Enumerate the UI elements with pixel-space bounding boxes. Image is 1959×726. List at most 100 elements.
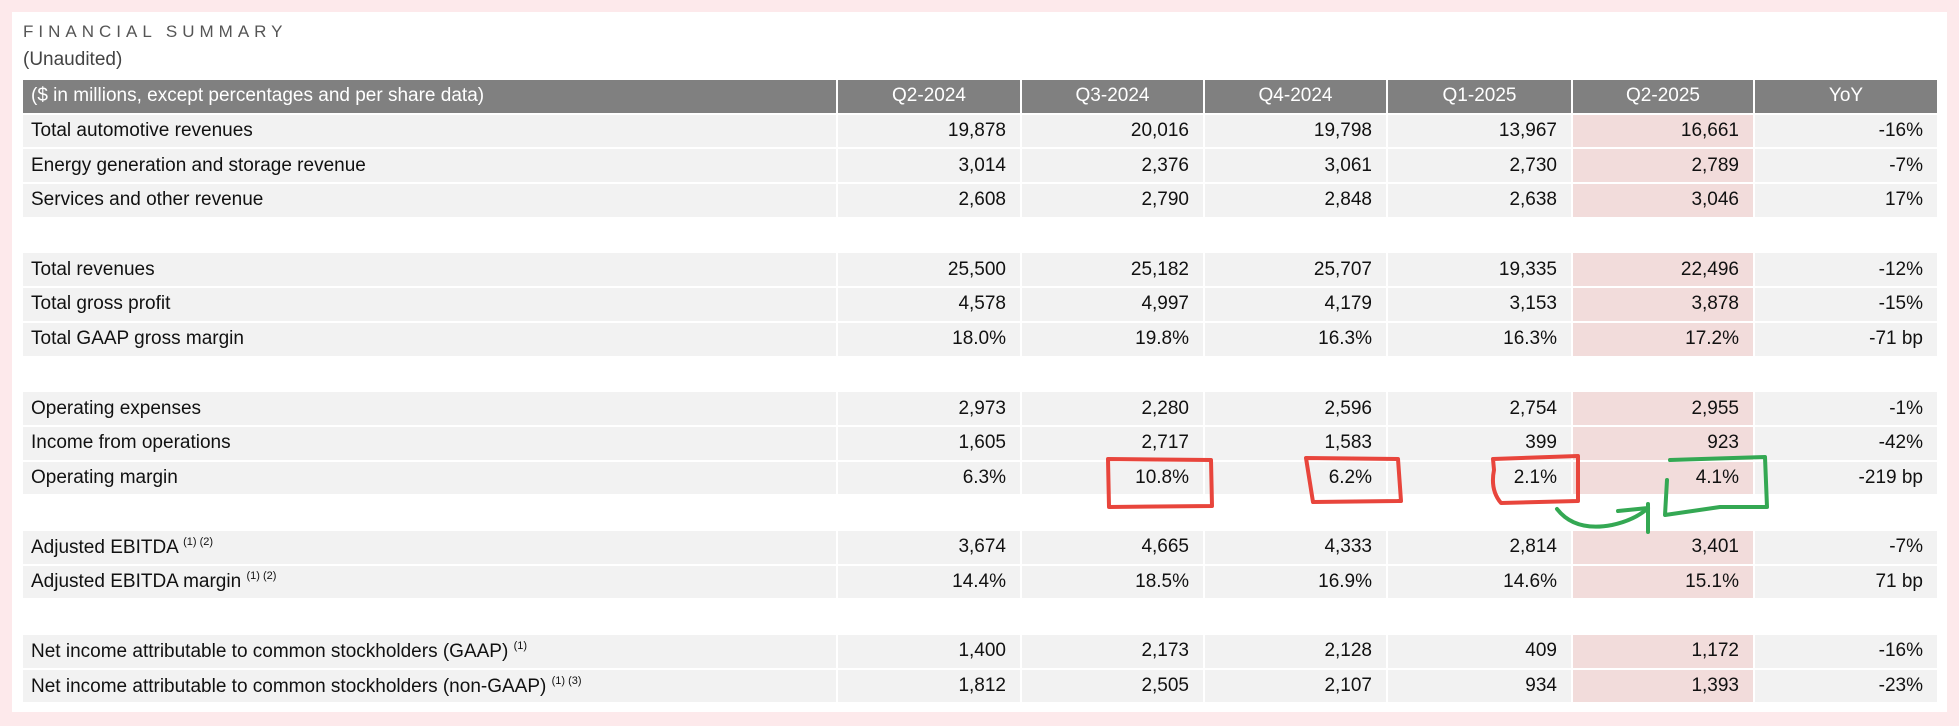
table-row: Total gross profit 4,578 4,997 4,179 3,153 3,…	[23, 288, 1939, 323]
value-cell: 4,997	[1022, 288, 1205, 323]
empty-cell	[1573, 357, 1755, 393]
empty-cell	[23, 600, 838, 635]
row-label-text: Net income attributable to common stockh…	[31, 675, 547, 697]
value-cell: 2,638	[1388, 184, 1573, 219]
footnote-marker: (1) (2)	[246, 570, 277, 583]
value-cell: 3,061	[1205, 149, 1388, 185]
value-cell: 4,333	[1205, 530, 1388, 566]
row-label: Adjusted EBITDA margin (1) (2)	[23, 565, 838, 601]
value-cell: 1,583	[1205, 426, 1388, 462]
value-cell: 1,400	[838, 635, 1022, 670]
yoy-cell: -7%	[1755, 530, 1939, 566]
row-label: Total automotive revenues	[23, 114, 838, 150]
row-label: Net income attributable to common stockh…	[23, 635, 838, 670]
spacer-row	[23, 600, 1939, 635]
table-row: Total GAAP gross margin 18.0% 19.8% 16.3% 16…	[23, 322, 1939, 358]
value-cell: 2,848	[1205, 184, 1388, 219]
row-label-text: Adjusted EBITDA margin	[31, 571, 242, 593]
yoy-cell: -42%	[1755, 426, 1939, 462]
value-cell: 2,596	[1205, 392, 1388, 427]
value-cell: 4,665	[1022, 530, 1205, 566]
value-cell: 3,674	[838, 530, 1022, 566]
empty-cell	[1755, 218, 1939, 254]
value-cell: 2,973	[838, 392, 1022, 427]
row-label: Operating expenses	[23, 392, 838, 427]
header-col: Q2-2024	[838, 80, 1022, 115]
value-cell: 2,376	[1022, 149, 1205, 185]
empty-cell	[1205, 357, 1388, 393]
yoy-cell: 71 bp	[1755, 565, 1939, 601]
table-row: Energy generation and storage revenue 3,0…	[23, 149, 1939, 185]
header-col: Q2-2025	[1573, 80, 1755, 115]
empty-cell	[1022, 218, 1205, 254]
header-col: Q1-2025	[1388, 80, 1573, 115]
row-label-text: Net income attributable to common stockh…	[31, 640, 509, 662]
value-cell: 19,798	[1205, 114, 1388, 150]
empty-cell	[23, 357, 838, 393]
value-cell: 2,608	[838, 184, 1022, 219]
empty-cell	[1755, 600, 1939, 635]
value-cell: 16,661	[1573, 114, 1755, 150]
value-cell: 4.1%	[1573, 461, 1755, 497]
spacer-row	[23, 218, 1939, 254]
value-cell: 25,500	[838, 253, 1022, 289]
value-cell: 3,153	[1388, 288, 1573, 323]
footnote-marker: (1) (2)	[183, 535, 214, 548]
value-cell: 3,401	[1573, 530, 1755, 566]
page-title: FINANCIAL SUMMARY	[23, 22, 288, 41]
yoy-cell: -71 bp	[1755, 322, 1939, 358]
empty-cell	[1388, 600, 1573, 635]
value-cell: 17.2%	[1573, 322, 1755, 358]
value-cell: 25,707	[1205, 253, 1388, 289]
row-label: Adjusted EBITDA (1) (2)	[23, 530, 838, 566]
table-row: Adjusted EBITDA (1) (2) 3,674 4,665 4,333 2,…	[23, 530, 1939, 566]
empty-cell	[1388, 218, 1573, 254]
header-col: YoY	[1755, 80, 1939, 115]
value-cell: 2,730	[1388, 149, 1573, 185]
row-label-text: Total GAAP gross margin	[31, 328, 244, 350]
table-header-row: ($ in millions, except percentages and p…	[23, 80, 1939, 115]
empty-cell	[1022, 496, 1205, 531]
spacer-row	[23, 496, 1939, 531]
value-cell: 14.4%	[838, 565, 1022, 601]
value-cell: 1,605	[838, 426, 1022, 462]
table-row: Operating expenses 2,973 2,280 2,596 2,754 2,…	[23, 392, 1939, 427]
empty-cell	[1205, 218, 1388, 254]
financial-summary-table: ($ in millions, except percentages and p…	[23, 80, 1939, 705]
value-cell: 934	[1388, 669, 1573, 705]
row-label: Energy generation and storage revenue	[23, 149, 838, 185]
table-row: Net income attributable to common stockh…	[23, 635, 1939, 670]
empty-cell	[1573, 600, 1755, 635]
empty-cell	[1022, 357, 1205, 393]
yoy-cell: 17%	[1755, 184, 1939, 219]
empty-cell	[1205, 496, 1388, 531]
value-cell: 2,754	[1388, 392, 1573, 427]
value-cell: 2,789	[1573, 149, 1755, 185]
row-label-text: Operating margin	[31, 466, 178, 488]
value-cell: 2,955	[1573, 392, 1755, 427]
row-label-text: Energy generation and storage revenue	[31, 154, 366, 176]
value-cell: 1,812	[838, 669, 1022, 705]
empty-cell	[23, 218, 838, 254]
value-cell: 13,967	[1388, 114, 1573, 150]
row-label: Operating margin	[23, 461, 838, 497]
table-row: Services and other revenue 2,608 2,790 2,84…	[23, 184, 1939, 219]
value-cell: 14.6%	[1388, 565, 1573, 601]
yoy-cell: -16%	[1755, 114, 1939, 150]
value-cell: 2,107	[1205, 669, 1388, 705]
row-label: Income from operations	[23, 426, 838, 462]
value-cell: 6.3%	[838, 461, 1022, 497]
row-label-text: Income from operations	[31, 432, 231, 454]
value-cell: 4,578	[838, 288, 1022, 323]
value-cell: 1,393	[1573, 669, 1755, 705]
row-label: Total GAAP gross margin	[23, 322, 838, 358]
header-col: Q4-2024	[1205, 80, 1388, 115]
row-label-text: Total automotive revenues	[31, 120, 253, 142]
empty-cell	[1022, 600, 1205, 635]
value-cell: 18.5%	[1022, 565, 1205, 601]
empty-cell	[1573, 218, 1755, 254]
table-row: Total revenues 25,500 25,182 25,707 19,335 22…	[23, 253, 1939, 289]
row-label: Total revenues	[23, 253, 838, 289]
row-label: Total gross profit	[23, 288, 838, 323]
value-cell: 19,878	[838, 114, 1022, 150]
